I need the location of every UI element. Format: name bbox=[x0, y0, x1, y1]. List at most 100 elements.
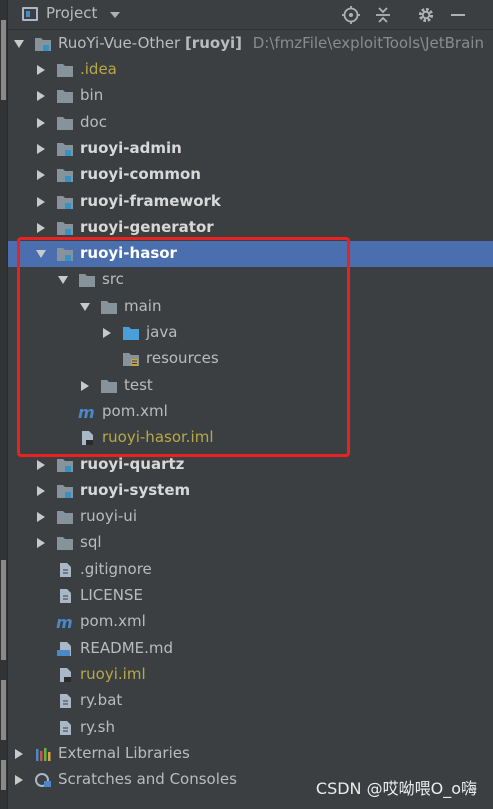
tree-item-label: ruoyi-hasor.iml bbox=[102, 428, 214, 447]
folder-icon bbox=[100, 378, 118, 394]
tree-item-ruoyi-iml[interactable]: ruoyi.iml bbox=[8, 662, 493, 688]
module-name: [ruoyi] bbox=[184, 34, 242, 52]
tree-item-ruoyi-hasor[interactable]: ruoyi-hasor bbox=[8, 241, 493, 268]
settings-icon[interactable] bbox=[416, 5, 436, 25]
tree-item-gitignore[interactable]: .gitignore bbox=[8, 557, 493, 583]
expand-arrow-icon[interactable] bbox=[14, 40, 24, 48]
collapse-arrow-icon[interactable] bbox=[37, 117, 45, 128]
tree-item-hasor-pom[interactable]: m pom.xml bbox=[8, 399, 493, 425]
tree-item-main[interactable]: main bbox=[8, 294, 493, 320]
tree-item-label: ruoyi-ui bbox=[80, 507, 137, 526]
tree-item-external-libraries[interactable]: External Libraries bbox=[8, 741, 493, 767]
maven-icon: m bbox=[56, 614, 74, 630]
tree-item-ruoyi-quartz[interactable]: ruoyi-quartz bbox=[8, 452, 493, 478]
tree-item-label: pom.xml bbox=[102, 401, 168, 420]
collapse-arrow-icon[interactable] bbox=[37, 512, 45, 523]
tree-item-label: LICENSE bbox=[80, 586, 143, 604]
left-tool-stripe[interactable] bbox=[0, 0, 8, 809]
tree-item-ruoyi-framework[interactable]: ruoyi-framework bbox=[8, 189, 493, 215]
tree-item-doc[interactable]: doc bbox=[8, 110, 493, 136]
file-icon bbox=[56, 562, 74, 578]
tree-item-label: ry.sh bbox=[80, 717, 115, 736]
tree-item-label: ruoyi-admin bbox=[80, 138, 182, 157]
tree-item-label: test bbox=[124, 375, 153, 394]
collapse-arrow-icon[interactable] bbox=[37, 222, 45, 233]
collapse-arrow-icon[interactable] bbox=[81, 380, 89, 391]
tree-item-label: ruoyi-hasor bbox=[80, 244, 177, 263]
project-stripe-button[interactable] bbox=[1, 20, 6, 100]
structure-stripe-button[interactable] bbox=[1, 760, 6, 790]
collapse-arrow-icon[interactable] bbox=[37, 65, 45, 75]
tree-item-label: resources bbox=[146, 349, 219, 368]
file-icon bbox=[56, 720, 74, 736]
tree-item-ruoyi-ui[interactable]: ruoyi-ui bbox=[8, 504, 493, 530]
folder-icon bbox=[56, 509, 74, 525]
tree-item-resources[interactable]: resources bbox=[8, 346, 493, 372]
collapse-arrow-icon[interactable] bbox=[37, 196, 45, 207]
favorites-stripe-button[interactable] bbox=[1, 560, 6, 660]
tree-item-src[interactable]: src bbox=[8, 267, 493, 293]
iml-icon bbox=[78, 430, 96, 446]
tree-item-label: ruoyi-quartz bbox=[80, 454, 185, 473]
tree-item-label: sql bbox=[80, 533, 102, 552]
module-icon bbox=[56, 141, 74, 157]
project-view-icon bbox=[22, 7, 38, 21]
collapse-arrow-icon[interactable] bbox=[37, 485, 45, 496]
tree-item-root-pom[interactable]: m pom.xml bbox=[8, 609, 493, 635]
tree-item-label: ruoyi-system bbox=[80, 480, 191, 499]
collapse-arrow-icon[interactable] bbox=[37, 538, 45, 549]
locate-icon[interactable] bbox=[341, 5, 361, 25]
expand-arrow-icon[interactable] bbox=[58, 276, 68, 285]
folder-icon bbox=[56, 62, 74, 78]
tree-item-label: java bbox=[146, 323, 178, 341]
tree-item-label: ruoyi-common bbox=[80, 165, 201, 184]
tree-item-ruoyi-generator[interactable]: ruoyi-generator bbox=[8, 215, 493, 241]
view-selector-title[interactable]: Project bbox=[46, 4, 97, 22]
tree-item-label: ruoyi.iml bbox=[80, 664, 146, 683]
expand-arrow-icon[interactable] bbox=[80, 302, 90, 311]
tree-item-license[interactable]: LICENSE bbox=[8, 583, 493, 609]
tree-item-ruoyi-common[interactable]: ruoyi-common bbox=[8, 162, 493, 188]
folder-icon bbox=[56, 535, 74, 551]
tree-item-java[interactable]: java bbox=[8, 320, 493, 346]
tree-item-sql[interactable]: sql bbox=[8, 530, 493, 556]
tree-item-label: ry.bat bbox=[80, 691, 123, 710]
tree-item-label: main bbox=[124, 296, 162, 315]
tree-item-label: README.md bbox=[80, 638, 174, 657]
collapse-arrow-icon[interactable] bbox=[37, 170, 45, 181]
tree-item-bin[interactable]: bin bbox=[8, 83, 493, 109]
file-icon bbox=[56, 693, 74, 709]
tree-item-ry-sh[interactable]: ry.sh bbox=[8, 715, 493, 741]
tree-item-label: .gitignore bbox=[80, 559, 152, 578]
expand-arrow-icon[interactable] bbox=[36, 250, 46, 259]
collapse-arrow-icon[interactable] bbox=[37, 143, 45, 154]
file-icon bbox=[56, 588, 74, 604]
project-path: D:\fmzFile\exploitTools\JetBrain bbox=[252, 34, 484, 52]
collapse-arrow-icon[interactable] bbox=[15, 775, 23, 786]
chevron-down-icon[interactable] bbox=[110, 12, 120, 18]
tree-item-ruoyi-system[interactable]: ruoyi-system bbox=[8, 478, 493, 504]
collapse-arrow-icon[interactable] bbox=[37, 459, 45, 470]
tree-item-label: src bbox=[102, 270, 124, 289]
tree-item-hasor-iml[interactable]: ruoyi-hasor.iml bbox=[8, 425, 493, 451]
collapse-arrow-icon[interactable] bbox=[15, 748, 23, 759]
tree-item-idea[interactable]: .idea bbox=[8, 57, 493, 83]
tree-item-ruoyi-admin[interactable]: ruoyi-admin bbox=[8, 136, 493, 162]
folder-icon bbox=[100, 299, 118, 315]
tree-item-ry-bat[interactable]: ry.bat bbox=[8, 688, 493, 714]
collapse-arrow-icon[interactable] bbox=[103, 328, 111, 338]
libs-icon bbox=[34, 746, 52, 762]
tree-item-readme[interactable]: README.md bbox=[8, 636, 493, 662]
svg-text:m: m bbox=[78, 404, 95, 420]
tree-item-test[interactable]: test bbox=[8, 373, 493, 399]
md-icon bbox=[56, 641, 74, 657]
src-icon bbox=[122, 325, 140, 341]
minimize-icon[interactable] bbox=[448, 5, 468, 25]
tree-root-row[interactable]: RuoYi-Vue-Other [ruoyi] D:\fmzFile\explo… bbox=[8, 31, 493, 57]
collapse-arrow-icon[interactable] bbox=[37, 91, 45, 102]
collapse-all-icon[interactable] bbox=[373, 5, 393, 25]
tree-item-label: .idea bbox=[80, 60, 117, 78]
web-stripe-button[interactable] bbox=[1, 680, 6, 740]
folder-icon bbox=[78, 272, 96, 288]
tree-root-label: RuoYi-Vue-Other [ruoyi] D:\fmzFile\explo… bbox=[58, 34, 484, 52]
